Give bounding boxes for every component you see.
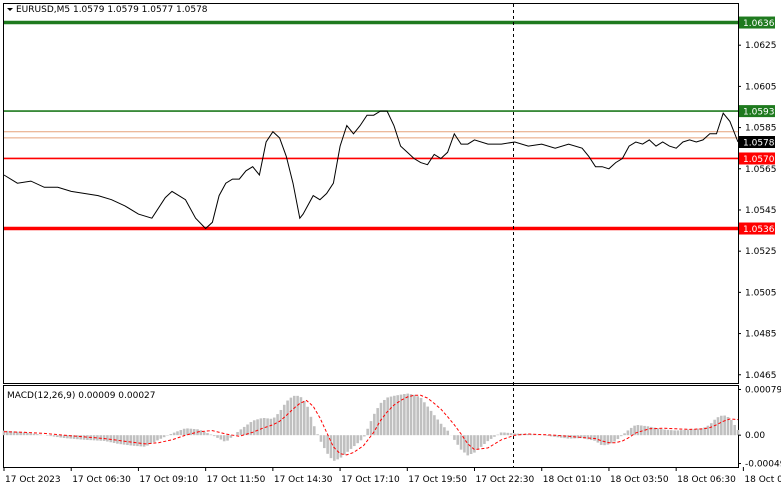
price-axis: 1.0625 1.0605 1.0585 1.0565 1.0545 1.0525 1.05… xyxy=(738,41,777,381)
price-tick-label: 1.0545 xyxy=(745,206,777,216)
current-price-badge-label: 1.0578 xyxy=(743,139,775,149)
price-tick-label: 1.0485 xyxy=(745,330,777,340)
macd-histogram xyxy=(2,393,740,461)
price-tick-label: 1.0565 xyxy=(745,165,777,175)
price-chart[interactable]: EURUSD,M5 1.0579 1.0579 1.0577 1.0578 1.… xyxy=(0,0,781,489)
macd-indicator-title: MACD(12,26,9) 0.00009 0.00027 xyxy=(7,391,156,401)
time-tick-label: 17 Oct 22:30 xyxy=(476,475,535,485)
main-pane-frame xyxy=(3,3,739,384)
time-tick-label: 17 Oct 2023 xyxy=(5,475,61,485)
level-badge-1.0593-label: 1.0593 xyxy=(743,108,775,118)
level-badge-1.0536-label: 1.0536 xyxy=(743,225,775,235)
time-tick-label: 17 Oct 06:30 xyxy=(72,475,131,485)
time-tick-label: 18 Oct 01:10 xyxy=(543,475,602,485)
price-tick-label: 1.0465 xyxy=(745,371,777,381)
symbol-header: EURUSD,M5 1.0579 1.0579 1.0577 1.0578 xyxy=(7,5,208,15)
macd-tick-label: 0.00 xyxy=(745,431,765,441)
dropdown-triangle-icon[interactable] xyxy=(7,8,13,11)
price-tick-label: 1.0625 xyxy=(745,41,777,51)
level-badge-1.0570-label: 1.0570 xyxy=(743,155,775,165)
price-line-layer xyxy=(3,110,739,230)
price-tick-label: 1.0525 xyxy=(745,247,777,257)
time-tick-label: 18 Oct 03:50 xyxy=(610,475,669,485)
price-tick-label: 1.0585 xyxy=(745,124,777,134)
time-tick-label: 18 Oct 09:10 xyxy=(744,475,781,485)
time-tick-label: 17 Oct 11:50 xyxy=(207,475,266,485)
time-tick-label: 17 Oct 19:50 xyxy=(408,475,467,485)
macd-axis: 0.00079 0.00 -0.00049 xyxy=(738,385,781,470)
macd-tick-label: -0.00049 xyxy=(745,460,781,470)
time-axis: 17 Oct 2023 17 Oct 06:30 17 Oct 09:10 17 Oc… xyxy=(3,467,781,485)
levels-layer xyxy=(4,20,738,231)
price-line xyxy=(3,110,739,230)
time-tick-label: 17 Oct 09:10 xyxy=(139,475,198,485)
time-tick-label: 18 Oct 06:30 xyxy=(677,475,736,485)
macd-tick-label: 0.00079 xyxy=(745,385,781,395)
level-badge-1.0636-label: 1.0636 xyxy=(743,19,775,29)
time-tick-label: 17 Oct 17:10 xyxy=(341,475,400,485)
symbol-quote-text: EURUSD,M5 1.0579 1.0579 1.0577 1.0578 xyxy=(16,5,208,15)
price-tick-label: 1.0605 xyxy=(745,82,777,92)
price-tick-label: 1.0505 xyxy=(745,288,777,298)
time-tick-label: 17 Oct 14:30 xyxy=(274,475,333,485)
